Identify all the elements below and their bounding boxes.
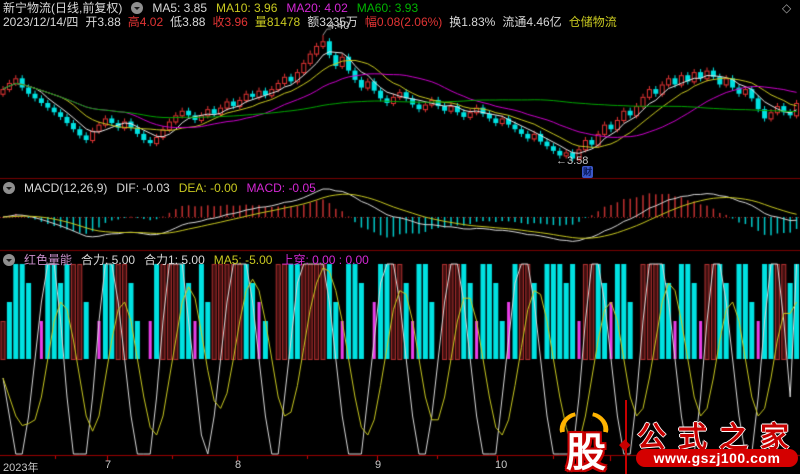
chart-canvas[interactable] <box>0 0 800 474</box>
axis-month-7: 7 <box>105 459 112 471</box>
ma5-legend: MA5: 3.85 <box>152 1 208 15</box>
stock-app-window: 新宁物流(日线,前复权) MA5: 3.85 MA10: 3.96 MA20: … <box>0 0 800 474</box>
title-dropdown-icon[interactable] <box>131 2 144 14</box>
stock-title: 新宁物流(日线,前复权) <box>3 1 123 15</box>
watermark-logo-char: 股 <box>566 430 606 474</box>
quote-volume: 量81478 <box>254 15 301 29</box>
macd-collapse-icon[interactable] <box>3 182 15 194</box>
heli1-value: 合力1: 5.00 <box>144 253 205 267</box>
quote-float-shares: 流通4.46亿 <box>502 15 562 29</box>
heli-value: 合力: 5.00 <box>81 253 136 267</box>
heli-panel-header: 红色量能 合力: 5.00 合力1: 5.00 MA5: -5.00 上穿: 0… <box>3 253 369 267</box>
quote-change: 幅0.08(2.06%) <box>364 15 443 29</box>
macd-macd-value: MACD: -0.05 <box>246 181 316 195</box>
quote-low: 低3.88 <box>170 15 206 29</box>
watermark-bull-logo: 股 <box>556 412 612 474</box>
quote-info-bar: 2023/12/14/四 开3.88 高4.02 低3.88 收3.96 量81… <box>3 15 617 29</box>
axis-year-label: 2023年 <box>3 462 39 474</box>
high-price-annotation: 4.40 <box>328 20 350 32</box>
macd-dif-value: DIF: -0.03 <box>116 181 170 195</box>
macd-panel-header: MACD(12,26,9) DIF: -0.03 DEA: -0.00 MACD… <box>3 181 316 195</box>
ma10-legend: MA10: 3.96 <box>216 1 278 15</box>
heli-ma5-value: MA5: -5.00 <box>213 253 273 267</box>
title-bar: 新宁物流(日线,前复权) MA5: 3.85 MA10: 3.96 MA20: … <box>3 1 418 15</box>
watermark-diamond-icon: ◆ <box>619 436 631 453</box>
quote-date: 2023/12/14/四 <box>3 15 79 29</box>
diamond-icon[interactable]: ◇ <box>782 1 791 15</box>
axis-month-9: 9 <box>375 459 382 471</box>
heli-collapse-icon[interactable] <box>3 254 15 266</box>
quote-open: 开3.88 <box>85 15 121 29</box>
quote-high: 高4.02 <box>127 15 164 29</box>
axis-month-10: 10 <box>495 459 508 471</box>
ma20-legend: MA20: 4.02 <box>286 1 348 15</box>
quote-turnover: 换1.83% <box>449 15 496 29</box>
news-badge[interactable]: 财 <box>582 166 594 178</box>
watermark-url[interactable]: www.gszj100.com <box>636 449 798 467</box>
macd-indicator-name[interactable]: MACD(12,26,9) <box>24 181 107 195</box>
ma60-legend: MA60: 3.93 <box>356 1 419 15</box>
quote-industry[interactable]: 仓储物流 <box>569 15 617 29</box>
heli-cross-value: 上穿: 0.00 : 0.00 <box>281 253 369 267</box>
quote-close: 收3.96 <box>212 15 248 29</box>
axis-month-8: 8 <box>235 459 242 471</box>
heli-indicator-name[interactable]: 红色量能 <box>24 253 72 267</box>
macd-dea-value: DEA: -0.00 <box>178 181 238 195</box>
